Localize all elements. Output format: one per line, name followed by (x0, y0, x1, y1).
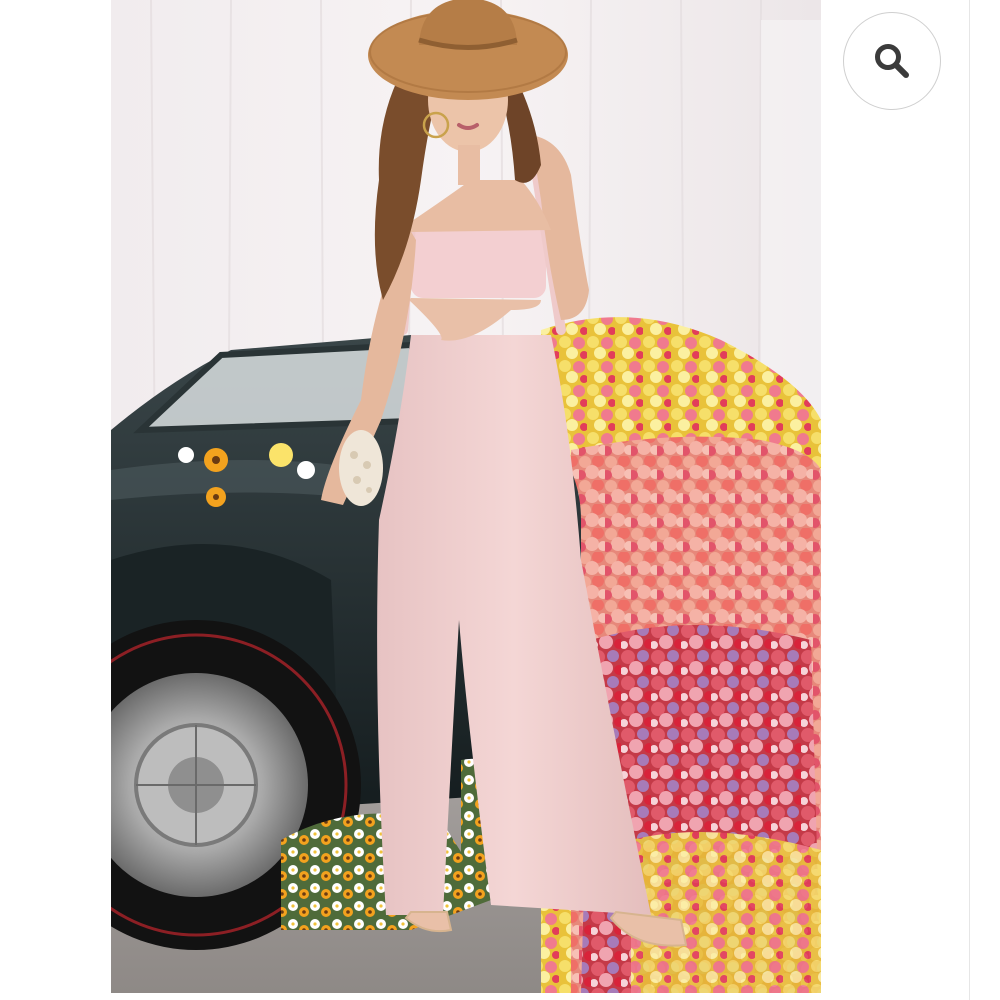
product-photo-illustration (111, 0, 821, 993)
listing-page (0, 0, 1000, 1000)
zoom-button[interactable] (843, 12, 941, 110)
product-photo[interactable] (111, 0, 821, 993)
magnifier-icon (875, 44, 909, 78)
divider (969, 0, 970, 1000)
